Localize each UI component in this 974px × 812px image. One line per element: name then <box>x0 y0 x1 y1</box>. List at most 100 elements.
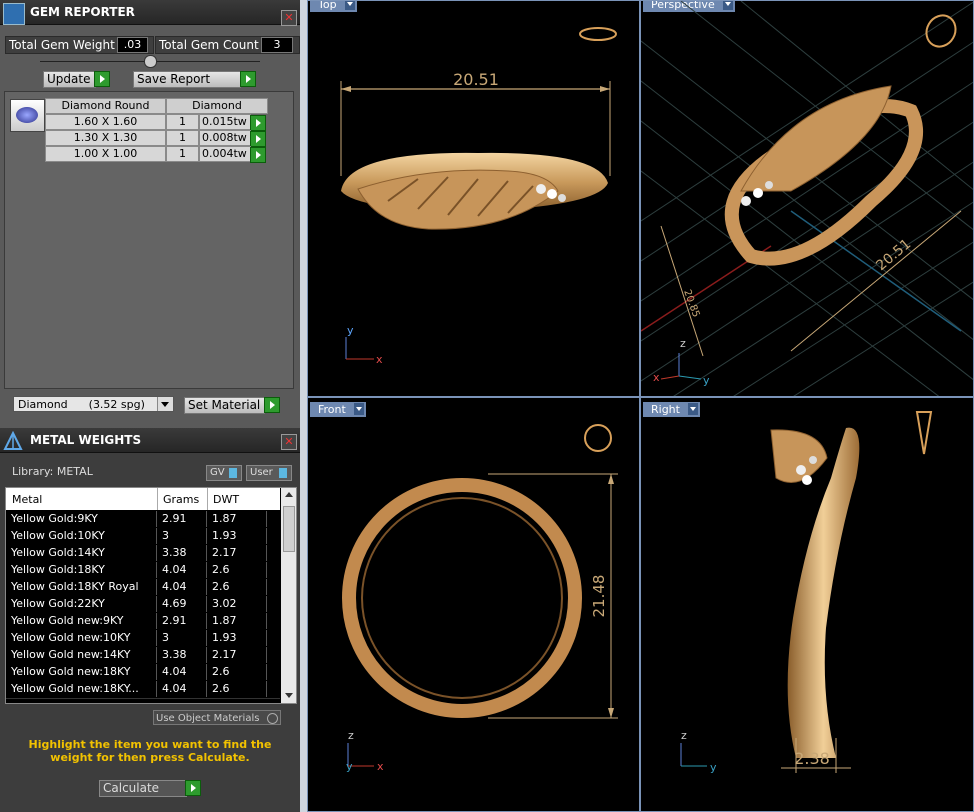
diamond <box>536 184 546 194</box>
total-gem-count-label: Total Gem Count <box>159 38 259 52</box>
ring-orientation-icon <box>584 424 612 452</box>
metal-grams: 3 <box>157 528 207 544</box>
metal-dwt: 2.6 <box>207 562 267 578</box>
metal-weights-panel: METAL WEIGHTS ✕ Library: METAL GV User M… <box>0 428 300 812</box>
radio-icon <box>267 713 278 724</box>
use-object-materials-toggle[interactable]: Use Object Materials <box>153 710 281 725</box>
metal-table-body: Yellow Gold:9KY 2.91 1.87 Yellow Gold:10… <box>6 511 280 703</box>
gem-thumbnail[interactable] <box>10 99 45 132</box>
gem-row-go-icon[interactable] <box>250 147 266 163</box>
scroll-up-icon[interactable] <box>285 492 293 497</box>
table-row[interactable]: Yellow Gold new:10KY 3 1.93 <box>6 630 280 648</box>
metal-dwt: 2.17 <box>207 545 267 561</box>
diamond <box>547 189 557 199</box>
metal-grams: 4.04 <box>157 562 207 578</box>
gem-row-weight: 0.015tw <box>199 114 251 130</box>
scroll-thumb[interactable] <box>283 506 295 552</box>
gem-row-go-icon[interactable] <box>250 131 266 147</box>
metal-grams: 4.69 <box>157 596 207 612</box>
metal-weights-title: METAL WEIGHTS <box>30 433 142 447</box>
metal-name: Yellow Gold:18KY Royal <box>6 579 157 595</box>
metal-dwt: 2.6 <box>207 681 267 697</box>
metal-grams: 2.91 <box>157 613 207 629</box>
gem-col-shape: Diamond Round <box>45 98 166 114</box>
metal-dwt: 3.02 <box>207 596 267 612</box>
metal-name: Yellow Gold new:10KY <box>6 630 157 646</box>
dwt-col-header[interactable]: DWT <box>213 493 239 506</box>
gem-row-size: 1.60 X 1.60 <box>45 114 166 130</box>
metal-name: Yellow Gold new:18KY <box>6 664 157 680</box>
chevron-down-icon[interactable] <box>157 397 173 411</box>
table-row[interactable]: Yellow Gold new:18KY... 4.04 2.6 <box>6 681 280 699</box>
metal-grams: 2.91 <box>157 511 207 527</box>
diamond <box>558 194 566 202</box>
update-button[interactable]: Update <box>43 71 96 88</box>
metal-dwt: 2.6 <box>207 664 267 680</box>
viewport-perspective[interactable]: Perspective 20.51 20.85 z x y <box>640 0 974 397</box>
material-select[interactable]: Diamond (3.52 spg) <box>13 396 174 412</box>
save-report-go-icon[interactable] <box>240 71 256 87</box>
viewport-top[interactable]: Top 20.51 y x <box>307 0 640 397</box>
table-row[interactable]: Yellow Gold:9KY 2.91 1.87 <box>6 511 280 529</box>
metal-table-header: Metal Grams DWT <box>6 488 280 510</box>
table-row[interactable]: Yellow Gold:22KY 4.69 3.02 <box>6 596 280 614</box>
table-row[interactable]: Yellow Gold:14KY 3.38 2.17 <box>6 545 280 563</box>
gv-toggle[interactable]: GV <box>206 465 242 481</box>
panel-splitter[interactable] <box>300 0 307 812</box>
total-gem-weight-value: .03 <box>117 37 148 53</box>
table-row[interactable]: Yellow Gold:10KY 3 1.93 <box>6 528 280 546</box>
metal-weights-header: METAL WEIGHTS ✕ <box>0 428 300 453</box>
axis-y-label: y <box>710 761 717 774</box>
gem-row-qty: 1 <box>166 146 199 162</box>
calculate-go-icon[interactable] <box>185 780 201 796</box>
metal-grams: 4.04 <box>157 681 207 697</box>
metal-dwt: 1.93 <box>207 528 267 544</box>
scroll-down-icon[interactable] <box>285 693 293 698</box>
metal-table-scrollbar[interactable] <box>281 488 296 703</box>
table-row[interactable]: Yellow Gold:18KY Royal 4.04 2.6 <box>6 579 280 597</box>
calculate-button[interactable]: Calculate <box>99 780 187 797</box>
set-material-button[interactable]: Set Material <box>184 397 265 414</box>
total-gem-weight-label: Total Gem Weight <box>9 38 115 52</box>
viewport-front[interactable]: Front 21.48 z x y <box>307 397 640 812</box>
leaf-shape <box>740 85 892 192</box>
gem-row-weight: 0.004tw <box>199 146 251 162</box>
table-row[interactable]: Yellow Gold new:14KY 3.38 2.17 <box>6 647 280 665</box>
axis-z-label: z <box>680 337 686 350</box>
table-row[interactable]: Yellow Gold new:18KY 4.04 2.6 <box>6 664 280 682</box>
metal-weights-close-button[interactable]: ✕ <box>281 434 297 450</box>
gem-row-size: 1.00 X 1.00 <box>45 146 166 162</box>
scale-icon <box>3 430 23 451</box>
metal-name: Yellow Gold:10KY <box>6 528 157 544</box>
set-material-go-icon[interactable] <box>264 397 280 413</box>
metal-dwt: 1.87 <box>207 511 267 527</box>
gem-row-go-icon[interactable] <box>250 115 266 131</box>
metal-name: Yellow Gold:9KY <box>6 511 157 527</box>
gem-reporter-close-button[interactable]: ✕ <box>281 10 297 26</box>
right-dimension-label: 2.38 <box>794 749 830 768</box>
top-view-drawing: 20.51 y x <box>340 27 617 366</box>
user-toggle-label: User <box>250 467 273 478</box>
grams-col-header[interactable]: Grams <box>163 493 199 506</box>
gem-row-qty: 1 <box>166 130 199 146</box>
perspective-view-drawing: 20.51 20.85 z x y <box>641 1 973 396</box>
axis-z-label: z <box>348 729 354 742</box>
table-row[interactable]: Yellow Gold:18KY 4.04 2.6 <box>6 562 280 580</box>
user-toggle[interactable]: User <box>246 465 292 481</box>
metal-col-header[interactable]: Metal <box>12 493 42 506</box>
viewport-right[interactable]: Right 2.38 z y <box>640 397 974 812</box>
total-gem-count-value: 3 <box>261 37 293 53</box>
save-report-button[interactable]: Save Report <box>133 71 241 88</box>
axis-y-label: y <box>347 324 354 337</box>
gem-row-qty: 1 <box>166 114 199 130</box>
gem-row-size: 1.30 X 1.30 <box>45 130 166 146</box>
ring-orientation-icon <box>925 14 957 48</box>
metal-grams: 4.04 <box>157 664 207 680</box>
front-dimension-label: 21.48 <box>590 575 608 618</box>
update-go-icon[interactable] <box>94 71 110 87</box>
table-row[interactable]: Yellow Gold new:9KY 2.91 1.87 <box>6 613 280 631</box>
collapse-handle[interactable] <box>144 55 157 68</box>
gem-reporter-icon <box>3 3 25 25</box>
metal-grams: 3 <box>157 630 207 646</box>
use-object-materials-label: Use Object Materials <box>156 713 260 724</box>
